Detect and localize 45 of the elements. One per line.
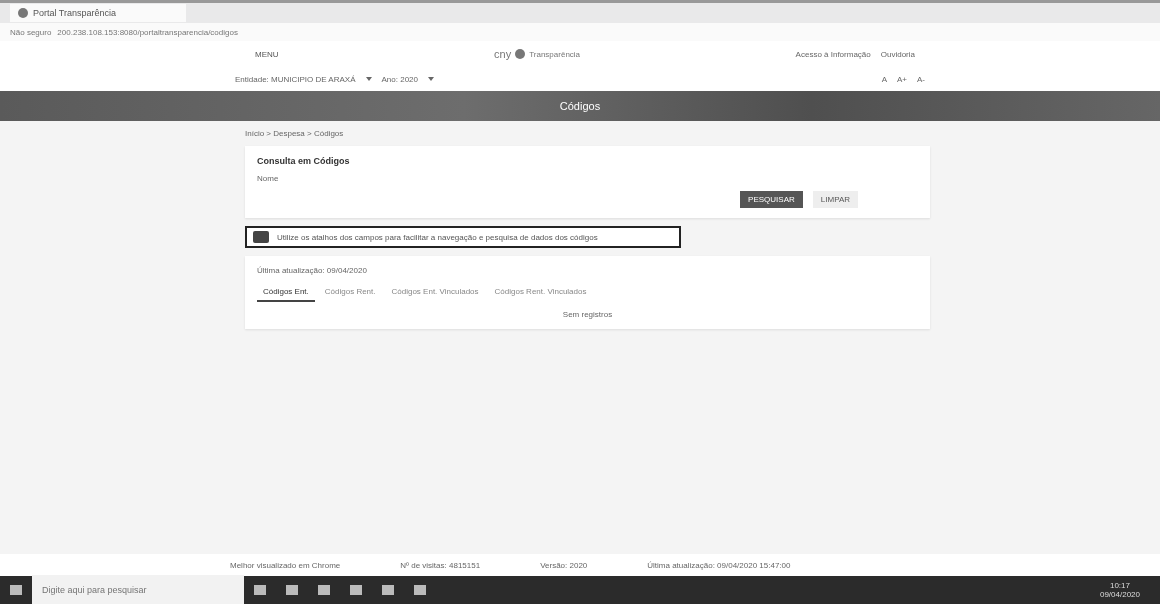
taskbar-app-icon[interactable] [414, 585, 426, 595]
card-title: Consulta em Códigos [257, 156, 351, 166]
logo-text: Transparência [529, 49, 581, 59]
font-size-button[interactable]: A- [917, 74, 925, 84]
footer-text: Melhor visualizado em Chrome [230, 560, 341, 570]
taskbar-clock[interactable]: 10:17 09/04/2020 [1099, 581, 1160, 599]
action-button[interactable]: PESQUISAR [740, 191, 803, 208]
entity-select[interactable]: Entidade: MUNICIPIO DE ARAXÁ [235, 74, 356, 84]
caret-icon [428, 77, 434, 81]
update-text: Última atualização: 09/04/2020 [257, 266, 368, 275]
security-label: Não seguro [10, 27, 52, 37]
page-title: Códigos [559, 100, 601, 112]
tab-title: Portal Transparência [33, 8, 117, 18]
logo-text: cny [494, 48, 512, 60]
footer-text: Última atualização: 09/04/2020 15:47:00 [647, 560, 791, 570]
taskbar-search-field[interactable]: Digite aqui para pesquisar [32, 575, 244, 604]
menu-button[interactable]: MENU [255, 49, 279, 59]
header-link[interactable]: Ouvidoria [880, 49, 915, 59]
taskbar-app-icon[interactable] [350, 585, 362, 595]
site-icon [18, 8, 28, 18]
font-size-button[interactable]: A+ [897, 74, 907, 84]
caret-icon [365, 77, 372, 81]
url-text: 200.238.108.153:8080/portaltransparencia/codigos [57, 27, 238, 37]
font-size-button[interactable]: A [881, 74, 887, 84]
browser-tab[interactable]: Portal Transparência [10, 4, 186, 22]
breadcrumb: Início > Despesa > Códigos [245, 129, 345, 138]
notice-text: Utilize os atalhos dos campos para facilitar a navegação e pesquisa de dados dos códigos [277, 232, 598, 242]
tab[interactable]: Códigos Rent. [318, 283, 382, 302]
footer-text: Nº de visitas: 4815151 [400, 560, 481, 570]
tab[interactable]: Códigos Rent. Vinculados [488, 283, 593, 302]
tab[interactable]: Códigos Ent. [257, 283, 315, 302]
empty-text: Sem registros [562, 310, 613, 319]
footer-text: Versão: 2020 [540, 560, 588, 570]
taskbar-app-icon[interactable] [254, 585, 266, 595]
taskbar-app-icon[interactable] [382, 585, 394, 595]
header-link[interactable]: Acesso à Informação [795, 49, 871, 59]
taskbar-app-icon[interactable] [318, 585, 330, 595]
field-label: Nome [257, 174, 280, 183]
address-bar[interactable]: Não seguro 200.238.108.153:8080/portaltransparencia/codigos [0, 23, 1160, 41]
logo-icon [515, 49, 526, 59]
action-button[interactable]: LIMPAR [812, 191, 858, 208]
taskbar-app-icon[interactable] [286, 585, 298, 595]
start-icon[interactable] [10, 585, 22, 595]
tab[interactable]: Códigos Ent. Vinculados [385, 283, 485, 302]
year-select[interactable]: Ano: 2020 [381, 74, 418, 84]
